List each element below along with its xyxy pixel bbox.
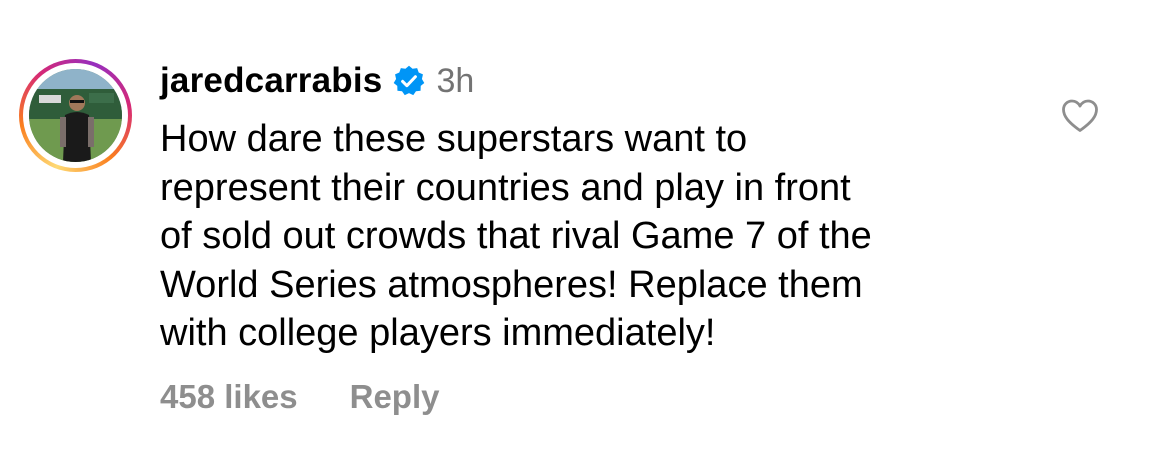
timestamp: 3h xyxy=(436,61,475,100)
comment-text: How dare these superstars want to repres… xyxy=(160,118,872,354)
likes-count[interactable]: 458 likes xyxy=(160,378,298,416)
comment-header: jaredcarrabis 3h xyxy=(160,56,474,106)
avatar-photo-image xyxy=(29,69,122,162)
comment-footer: 458 likes Reply xyxy=(160,378,440,416)
comment: jaredcarrabis 3h How dare these supersta… xyxy=(0,0,1170,450)
username[interactable]: jaredcarrabis xyxy=(160,61,382,101)
heart-outline-icon[interactable] xyxy=(1060,96,1100,136)
reply-button[interactable]: Reply xyxy=(350,378,440,416)
verified-badge-icon xyxy=(392,64,426,98)
avatar[interactable] xyxy=(19,59,132,172)
avatar-ring-gap xyxy=(23,63,128,168)
avatar-photo xyxy=(29,69,122,162)
